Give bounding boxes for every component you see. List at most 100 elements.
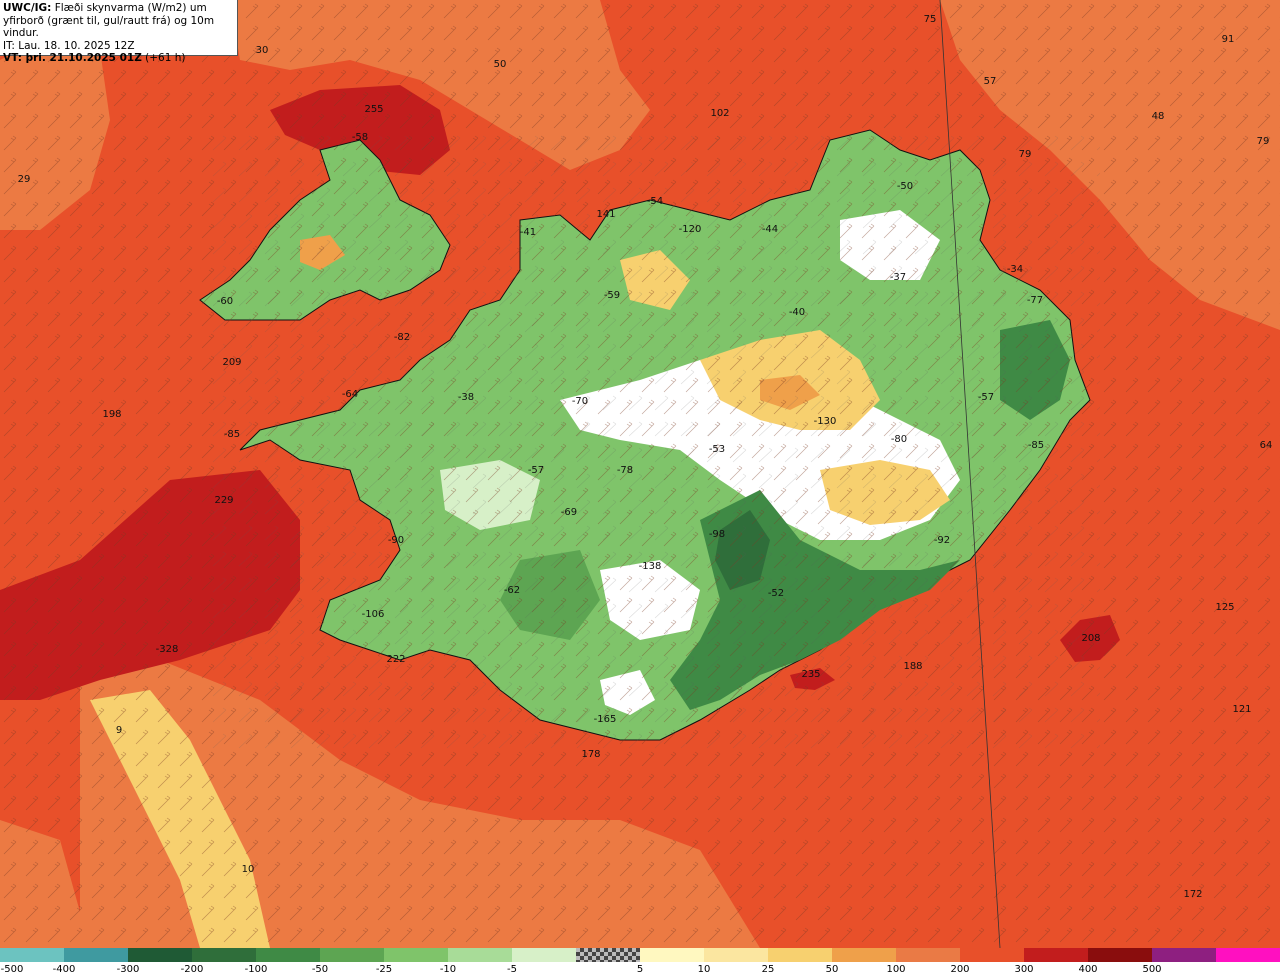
legend-swatch — [192, 948, 257, 962]
map-viewer: 30 50 75 91 57 48 79 79 29 255 102 -58 -50 141 -54 -120… — [0, 0, 1280, 978]
value-label: -44 — [762, 224, 778, 235]
wind-barbs — [0, 0, 1280, 948]
value-label: -34 — [1007, 264, 1023, 275]
value-label: 172 — [1183, 889, 1202, 900]
legend-tick-label: 10 — [697, 964, 711, 975]
value-label: 57 — [984, 76, 997, 87]
value-label: -70 — [572, 396, 588, 407]
legend-tick-label: 25 — [761, 964, 775, 975]
value-label: -328 — [156, 644, 179, 655]
value-label: -90 — [388, 535, 404, 546]
legend-swatch — [512, 948, 577, 962]
value-label: 102 — [710, 108, 729, 119]
value-label: -85 — [224, 429, 240, 440]
value-label: -53 — [709, 444, 725, 455]
value-label: -92 — [934, 535, 950, 546]
legend-swatch — [448, 948, 513, 962]
value-label: -37 — [890, 272, 906, 283]
value-label: 79 — [1019, 149, 1032, 160]
value-label: -120 — [679, 224, 702, 235]
init-time: IT: Lau. 18. 10. 2025 12Z — [3, 39, 135, 52]
legend-tick-label: 50 — [825, 964, 839, 975]
value-label: 121 — [1232, 704, 1251, 715]
value-label: 29 — [18, 174, 31, 185]
value-label: 222 — [386, 654, 405, 665]
legend-swatch — [320, 948, 385, 962]
legend-swatch — [960, 948, 1025, 962]
legend-swatch — [640, 948, 705, 962]
value-label: -50 — [897, 181, 913, 192]
legend-swatch — [1088, 948, 1153, 962]
value-label: -57 — [978, 392, 994, 403]
legend-tick-label: -300 — [116, 964, 140, 975]
value-label: -40 — [789, 307, 805, 318]
legend-swatch — [704, 948, 769, 962]
legend-swatch — [128, 948, 193, 962]
value-label: 79 — [1257, 136, 1270, 147]
value-label: -62 — [504, 585, 520, 596]
legend-swatch — [384, 948, 449, 962]
value-label: 64 — [1260, 440, 1273, 451]
legend-swatch — [1152, 948, 1217, 962]
legend-tick-label: -400 — [52, 964, 76, 975]
legend-tick-label: -100 — [244, 964, 268, 975]
legend-tick-label: -10 — [439, 964, 457, 975]
value-label: -59 — [604, 290, 620, 301]
value-label: -85 — [1028, 440, 1044, 451]
legend-swatch — [896, 948, 961, 962]
legend-swatch — [768, 948, 833, 962]
title-line-1: UWC/IG: Flæði skynvarma (W/m2) um — [3, 2, 207, 14]
legend-swatch — [576, 948, 641, 962]
legend-tick-label: -5 — [507, 964, 517, 975]
value-label: -98 — [709, 529, 725, 540]
value-label: -130 — [814, 416, 837, 427]
value-label: -78 — [617, 465, 633, 476]
legend-tick-label: 300 — [1014, 964, 1034, 975]
sensible-heat-flux-map: 30 50 75 91 57 48 79 79 29 255 102 -58 -50 141 -54 -120… — [0, 0, 1280, 948]
value-label: 198 — [102, 409, 121, 420]
value-label: -106 — [362, 609, 385, 620]
value-label: 48 — [1152, 111, 1165, 122]
value-label: -52 — [768, 588, 784, 599]
value-label: 91 — [1222, 34, 1235, 45]
legend-tick-label: -500 — [0, 964, 24, 975]
legend-tick-label: -50 — [311, 964, 329, 975]
legend-tick-label: 200 — [950, 964, 970, 975]
value-label: -60 — [217, 296, 233, 307]
valid-time: VT: þri. 21.10.2025 01Z (+61 h) — [3, 52, 186, 64]
value-label: -58 — [352, 132, 368, 143]
legend-swatch — [64, 948, 129, 962]
value-label: -82 — [394, 332, 410, 343]
value-label: 188 — [903, 661, 922, 672]
legend-swatch — [832, 948, 897, 962]
value-label: 10 — [242, 864, 255, 875]
color-legend: -500 -400 -300 -200 -100 -50 -25 -10 -5 5 10 25 50 10… — [0, 948, 1280, 978]
legend-tick-label: 5 — [636, 964, 644, 975]
value-label: -54 — [647, 196, 663, 207]
value-label: 75 — [924, 14, 937, 25]
value-label: 208 — [1081, 633, 1100, 644]
value-label: -41 — [520, 227, 536, 238]
value-label: 50 — [494, 59, 507, 70]
legend-tick-label: 400 — [1078, 964, 1098, 975]
value-label: 125 — [1215, 602, 1234, 613]
value-label: -165 — [594, 714, 617, 725]
value-label: 235 — [801, 669, 820, 680]
value-label: 255 — [364, 104, 383, 115]
map-title-box: UWC/IG: Flæði skynvarma (W/m2) um yfirbo… — [0, 0, 238, 64]
title-line-2: yfirborð (grænt til, gul/rautt frá) og 1… — [3, 14, 215, 40]
value-label: -38 — [458, 392, 474, 403]
value-label: 141 — [596, 209, 615, 220]
value-label: 229 — [214, 495, 233, 506]
value-label: 209 — [222, 357, 241, 368]
legend-tick-label: 500 — [1142, 964, 1162, 975]
value-label: 9 — [116, 725, 122, 736]
value-label: -57 — [528, 465, 544, 476]
legend-swatch — [1216, 948, 1280, 962]
legend-tick-label: -25 — [375, 964, 393, 975]
value-label: -138 — [639, 561, 662, 572]
legend-swatch — [256, 948, 321, 962]
value-label: 30 — [256, 45, 269, 56]
value-label: -80 — [891, 434, 907, 445]
value-label: 178 — [581, 749, 600, 760]
